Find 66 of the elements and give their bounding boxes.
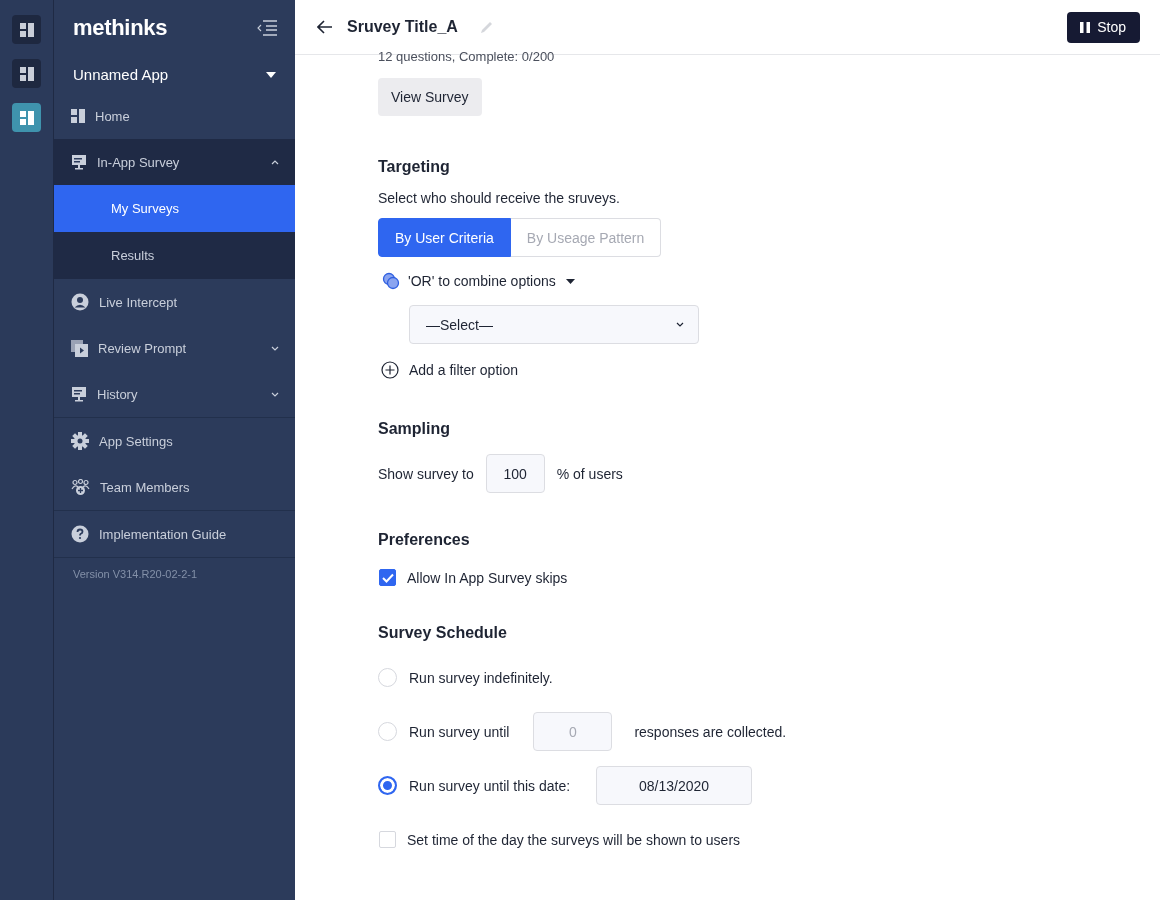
chevron-down-icon (271, 391, 279, 397)
survey-title: Sruvey Title_A (347, 18, 458, 36)
version-text: Version V314.R20-02-2-1 (72, 567, 199, 582)
checkbox-label: Set time of the day the surveys will be shown to users (407, 831, 741, 848)
description-text: Select who should receive the sruveys. (378, 190, 621, 206)
nav-item[interactable]: Implementation Guide (54, 511, 295, 557)
help-icon (71, 525, 89, 543)
radio-suffix: responses are collected. (634, 723, 787, 740)
survey-summary: 12 questions, Complete: 0/200 (378, 49, 556, 64)
nav-item[interactable]: App Settings (54, 418, 295, 464)
play-icon (71, 339, 88, 357)
checkbox[interactable] (379, 569, 396, 586)
chevron-down-icon (271, 345, 279, 351)
view-survey-button[interactable]: View Survey (378, 78, 482, 116)
dashboard-icon (19, 22, 34, 37)
checkbox-label: Allow In App Survey skips (407, 569, 568, 586)
section-heading: Preferences (378, 531, 471, 549)
dropdown-caret-icon (266, 71, 276, 78)
nav-item[interactable]: In-App Survey (54, 139, 295, 185)
section-heading: Sampling (378, 420, 451, 438)
sampling-label: Show survey to (378, 465, 474, 482)
user-icon (71, 293, 89, 311)
check-icon (381, 572, 394, 583)
nav-item[interactable]: History (54, 371, 295, 417)
dashboard-icon (19, 66, 34, 81)
filter-select[interactable]: —Select— (409, 305, 699, 344)
nav-item[interactable]: Home (54, 93, 295, 139)
section-heading: Targeting (378, 158, 451, 176)
sampling-suffix: % of users (556, 465, 623, 482)
back-arrow-icon (317, 20, 333, 34)
dropdown-caret-icon (565, 278, 575, 284)
nav-item[interactable]: Team Members (54, 464, 295, 510)
app-selector[interactable]: Unnamed App (54, 56, 295, 93)
plus-circle-icon (381, 361, 399, 379)
chevron-up-icon (271, 159, 279, 165)
dashboard-icon (19, 110, 34, 125)
response-count-input[interactable]: 0 (533, 712, 613, 751)
rail-app-button[interactable] (12, 15, 41, 44)
radio-label: Run survey until this date: (409, 777, 571, 794)
monitor-icon (71, 154, 87, 170)
chevron-down-icon (676, 322, 684, 327)
section-heading: Survey Schedule (378, 624, 508, 642)
criteria-tab[interactable]: By User Criteria (378, 218, 511, 257)
team-icon (71, 478, 90, 496)
overlap-circles-icon (382, 272, 400, 290)
radio-button[interactable] (378, 776, 397, 795)
rail-app-button[interactable] (12, 59, 41, 88)
percent-input[interactable]: 100 (485, 454, 545, 493)
rail-app-button[interactable] (12, 103, 41, 132)
dashboard-icon (71, 109, 85, 123)
nav-item[interactable]: Live Intercept (54, 279, 295, 325)
add-filter-button[interactable]: Add a filter option (378, 358, 518, 382)
monitor-icon (71, 386, 87, 402)
date-input[interactable]: 08/13/2020 (596, 766, 753, 805)
pause-icon (1080, 21, 1091, 33)
stop-button[interactable]: Stop (1067, 11, 1140, 43)
radio-label: Run survey indefinitely. (409, 669, 553, 686)
radio-label: Run survey until (409, 723, 510, 740)
combine-dropdown[interactable]: 'OR' to combine options (408, 269, 575, 293)
nav-item[interactable]: Review Prompt (54, 325, 295, 371)
collapse-menu-icon (257, 20, 277, 36)
nav-subitem[interactable]: Results (54, 232, 295, 279)
logo: methinks (73, 15, 168, 41)
settings-icon (71, 432, 89, 450)
pencil-icon (479, 20, 494, 34)
nav-subitem[interactable]: My Surveys (54, 185, 295, 232)
